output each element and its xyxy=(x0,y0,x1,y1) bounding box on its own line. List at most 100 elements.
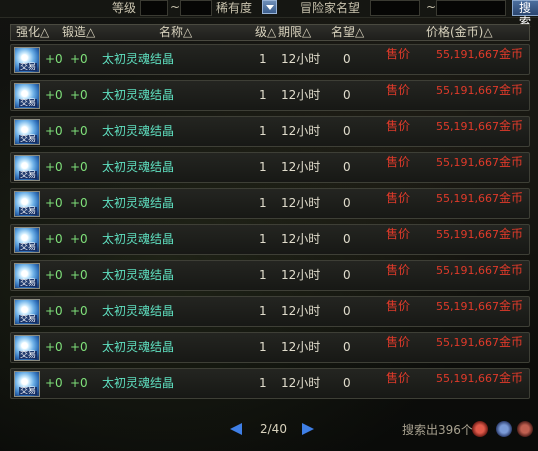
item-name: 太初灵魂结晶 xyxy=(102,232,175,246)
item-price: 55,191,667金币 xyxy=(436,335,523,350)
refresh-icon[interactable] xyxy=(472,421,488,437)
settings-icon[interactable] xyxy=(496,421,512,437)
price-amount: 55,191,667 xyxy=(436,156,499,169)
forge-value: +0 xyxy=(70,232,88,246)
crystal-icon[interactable]: 交易 xyxy=(14,191,40,217)
rarity-filter-label: 稀有度 xyxy=(216,1,253,15)
crystal-icon[interactable]: 交易 xyxy=(14,119,40,145)
level-range-separator: ~ xyxy=(170,0,181,14)
auction-item-row[interactable]: 交易 +0 +0 太初灵魂结晶 1 12小时 0 售价 55,191,667金币 xyxy=(10,260,530,291)
sell-price-label: 售价 xyxy=(386,155,411,169)
enhance-value: +0 xyxy=(45,52,63,66)
crystal-icon[interactable]: 交易 xyxy=(14,299,40,325)
item-name: 太初灵魂结晶 xyxy=(102,304,175,318)
item-name: 太初灵魂结晶 xyxy=(102,268,175,282)
auction-item-row[interactable]: 交易 +0 +0 太初灵魂结晶 1 12小时 0 售价 55,191,667金币 xyxy=(10,80,530,111)
price-unit: 金币 xyxy=(498,227,523,241)
item-period: 12小时 xyxy=(281,340,321,354)
adventurer-reputation-label: 冒险家名望 xyxy=(300,1,361,15)
item-reputation: 0 xyxy=(343,52,351,66)
crystal-icon[interactable]: 交易 xyxy=(14,227,40,253)
price-amount: 55,191,667 xyxy=(436,372,499,385)
item-period: 12小时 xyxy=(281,304,321,318)
item-period: 12小时 xyxy=(281,232,321,246)
price-amount: 55,191,667 xyxy=(436,300,499,313)
item-name: 太初灵魂结晶 xyxy=(102,340,175,354)
auction-item-row[interactable]: 交易 +0 +0 太初灵魂结晶 1 12小时 0 售价 55,191,667金币 xyxy=(10,116,530,147)
price-unit: 金币 xyxy=(498,119,523,133)
sort-enhance-header[interactable]: 强化△ xyxy=(16,25,49,40)
level-min-input[interactable] xyxy=(140,0,168,16)
sell-price-label: 售价 xyxy=(386,83,411,97)
price-amount: 55,191,667 xyxy=(436,84,499,97)
item-period: 12小时 xyxy=(281,268,321,282)
forge-value: +0 xyxy=(70,88,88,102)
item-reputation: 0 xyxy=(343,304,351,318)
trade-tag: 交易 xyxy=(19,350,37,359)
forge-value: +0 xyxy=(70,124,88,138)
item-price: 55,191,667金币 xyxy=(436,155,523,170)
auction-item-row[interactable]: 交易 +0 +0 太初灵魂结晶 1 12小时 0 售价 55,191,667金币 xyxy=(10,224,530,255)
auction-item-row[interactable]: 交易 +0 +0 太初灵魂结晶 1 12小时 0 售价 55,191,667金币 xyxy=(10,368,530,399)
enhance-value: +0 xyxy=(45,124,63,138)
crystal-icon[interactable]: 交易 xyxy=(14,155,40,181)
rarity-dropdown-icon[interactable] xyxy=(262,0,277,14)
enhance-value: +0 xyxy=(45,304,63,318)
sort-level-header[interactable]: 级△ xyxy=(255,25,276,40)
search-button[interactable]: 搜索 xyxy=(512,0,538,29)
forge-value: +0 xyxy=(70,340,88,354)
item-price: 55,191,667金币 xyxy=(436,83,523,98)
price-unit: 金币 xyxy=(498,335,523,349)
price-unit: 金币 xyxy=(498,83,523,97)
trade-tag: 交易 xyxy=(19,62,37,71)
auction-item-row[interactable]: 交易 +0 +0 太初灵魂结晶 1 12小时 0 售价 55,191,667金币 xyxy=(10,188,530,219)
price-unit: 金币 xyxy=(498,155,523,169)
enhance-value: +0 xyxy=(45,88,63,102)
trade-tag: 交易 xyxy=(19,206,37,215)
item-period: 12小时 xyxy=(281,376,321,390)
auction-item-row[interactable]: 交易 +0 +0 太初灵魂结晶 1 12小时 0 售价 55,191,667金币 xyxy=(10,44,530,75)
sell-price-label: 售价 xyxy=(386,335,411,349)
enhance-value: +0 xyxy=(45,196,63,210)
sell-price-label: 售价 xyxy=(386,299,411,313)
item-name: 太初灵魂结晶 xyxy=(102,196,175,210)
crystal-icon[interactable]: 交易 xyxy=(14,335,40,361)
enhance-value: +0 xyxy=(45,232,63,246)
sell-price-label: 售价 xyxy=(386,191,411,205)
trade-tag: 交易 xyxy=(19,242,37,251)
reputation-min-input[interactable] xyxy=(370,0,420,16)
sort-forge-header[interactable]: 锻造△ xyxy=(62,25,95,40)
crystal-icon[interactable]: 交易 xyxy=(14,83,40,109)
item-reputation: 0 xyxy=(343,196,351,210)
item-name: 太初灵魂结晶 xyxy=(102,376,175,390)
enhance-value: +0 xyxy=(45,268,63,282)
auction-item-row[interactable]: 交易 +0 +0 太初灵魂结晶 1 12小时 0 售价 55,191,667金币 xyxy=(10,296,530,327)
item-level: 1 xyxy=(259,232,267,246)
item-period: 12小时 xyxy=(281,52,321,66)
item-price: 55,191,667金币 xyxy=(436,191,523,206)
trade-tag: 交易 xyxy=(19,98,37,107)
previous-page-icon[interactable] xyxy=(230,423,242,435)
auction-item-row[interactable]: 交易 +0 +0 太初灵魂结晶 1 12小时 0 售价 55,191,667金币 xyxy=(10,332,530,363)
sort-period-header[interactable]: 期限△ xyxy=(278,25,311,40)
crystal-icon[interactable]: 交易 xyxy=(14,47,40,73)
search-result-count: 搜索出396个 xyxy=(402,423,473,437)
item-level: 1 xyxy=(259,196,267,210)
crystal-icon[interactable]: 交易 xyxy=(14,263,40,289)
forge-value: +0 xyxy=(70,160,88,174)
sort-price-header[interactable]: 价格(金币)△ xyxy=(426,25,493,40)
item-name: 太初灵魂结晶 xyxy=(102,88,175,102)
item-level: 1 xyxy=(259,160,267,174)
close-icon[interactable] xyxy=(517,421,533,437)
enhance-value: +0 xyxy=(45,376,63,390)
auction-item-row[interactable]: 交易 +0 +0 太初灵魂结晶 1 12小时 0 售价 55,191,667金币 xyxy=(10,152,530,183)
next-page-icon[interactable] xyxy=(302,423,314,435)
enhance-value: +0 xyxy=(45,340,63,354)
price-unit: 金币 xyxy=(498,263,523,277)
sort-reputation-header[interactable]: 名望△ xyxy=(331,25,364,40)
crystal-icon[interactable]: 交易 xyxy=(14,371,40,397)
sort-name-header[interactable]: 名称△ xyxy=(159,25,192,40)
reputation-max-input[interactable] xyxy=(436,0,506,16)
sell-price-label: 售价 xyxy=(386,371,411,385)
level-max-input[interactable] xyxy=(180,0,212,16)
